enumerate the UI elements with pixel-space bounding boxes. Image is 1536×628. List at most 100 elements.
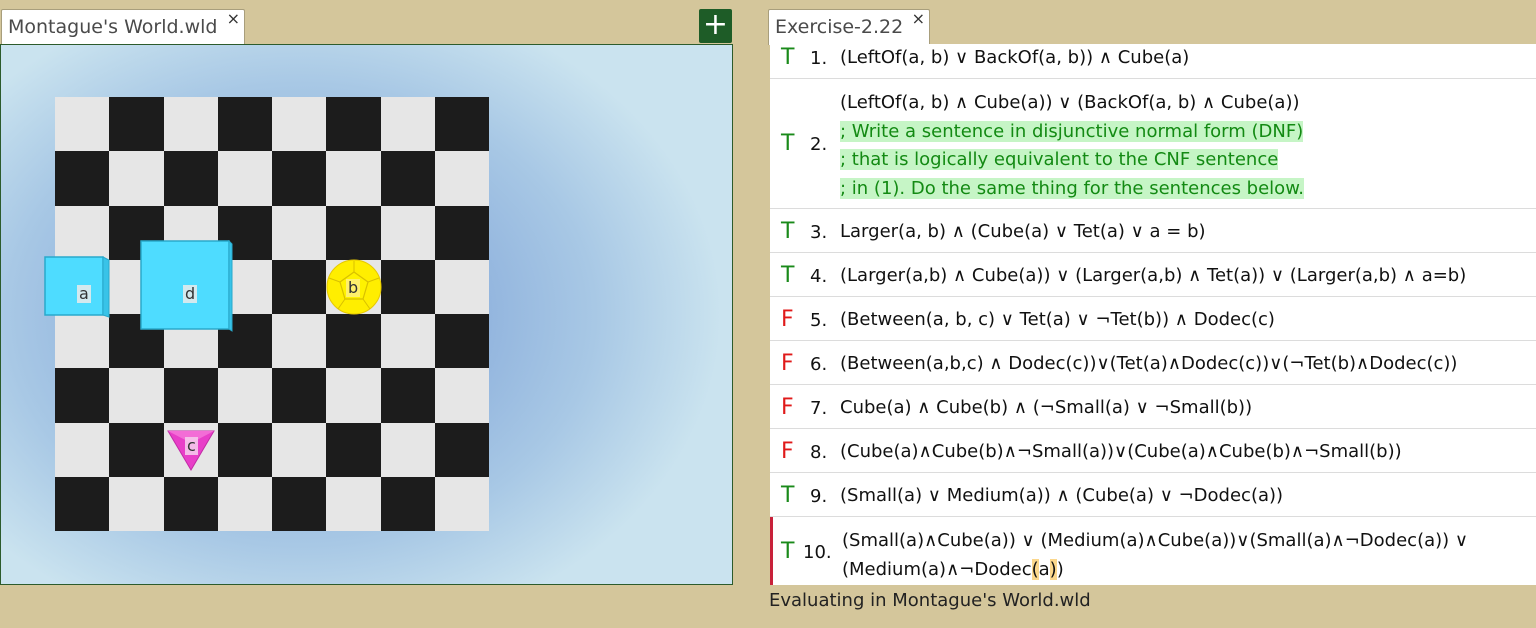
- board-square: [272, 314, 327, 369]
- sentence-list[interactable]: T 1. (LeftOf(a, b) ∨ BackOf(a, b)) ∧ Cub…: [770, 44, 1536, 585]
- board-square: [55, 368, 110, 423]
- board-square: [163, 97, 218, 152]
- board-square: [434, 205, 489, 260]
- sentence-tab-title: Exercise-2.22: [775, 16, 904, 38]
- board-square: [272, 368, 327, 423]
- matching-paren-highlight: (: [1031, 558, 1039, 580]
- sentence-text[interactable]: (LeftOf(a, b) ∨ BackOf(a, b)) ∧ Cube(a): [840, 44, 1189, 73]
- block-c-label: c: [185, 436, 198, 455]
- board-square: [55, 97, 110, 152]
- board-square: [55, 151, 110, 206]
- board-square: [109, 476, 164, 531]
- sentence-number: 10.: [803, 542, 832, 563]
- board-square: [217, 422, 272, 477]
- sentence-row-3[interactable]: T 3. Larger(a, b) ∧ (Cube(a) ∨ Tet(a) ∨ …: [770, 209, 1536, 253]
- board-square: [217, 151, 272, 206]
- sentence-text[interactable]: Cube(a) ∧ Cube(b) ∧ (¬Small(a) ∨ ¬Small(…: [840, 394, 1252, 423]
- board-square: [434, 422, 489, 477]
- comment-line: ; in (1). Do the same thing for the sent…: [840, 177, 1304, 199]
- board-square: [380, 97, 435, 152]
- truth-value: T: [781, 539, 795, 564]
- board-square: [380, 422, 435, 477]
- truth-value: T: [781, 263, 795, 288]
- sentence-text-last-line: (Medium(a)∧¬Dodec(a)): [842, 558, 1064, 580]
- truth-value: F: [781, 395, 794, 420]
- block-a[interactable]: a: [44, 256, 110, 318]
- sentence-number: 3.: [810, 222, 828, 243]
- sentence-row-9[interactable]: T 9. (Small(a) ∨ Medium(a)) ∧ (Cube(a) ∨…: [770, 473, 1536, 517]
- chess-board: [55, 97, 489, 531]
- block-b[interactable]: b: [326, 259, 382, 315]
- board-square: [326, 476, 381, 531]
- board-square: [326, 314, 381, 369]
- board-square: [380, 205, 435, 260]
- board-square: [163, 368, 218, 423]
- world-tab-close-icon[interactable]: ×: [227, 9, 240, 28]
- board-square: [434, 368, 489, 423]
- sentence-tab-close-icon[interactable]: ×: [912, 9, 925, 28]
- board-square: [109, 368, 164, 423]
- board-square: [272, 97, 327, 152]
- sentence-text-block[interactable]: (Small(a)∧Cube(a)) ∨ (Medium(a)∧Cube(a))…: [842, 527, 1468, 584]
- board-square: [326, 97, 381, 152]
- sentence-text: (LeftOf(a, b) ∧ Cube(a)) ∨ (BackOf(a, b)…: [840, 92, 1300, 113]
- truth-value: F: [781, 351, 794, 376]
- comment-line: ; Write a sentence in disjunctive normal…: [840, 120, 1304, 142]
- block-b-label: b: [346, 278, 361, 297]
- block-c[interactable]: c: [166, 429, 216, 473]
- block-a-label: a: [77, 284, 91, 303]
- board-square: [55, 314, 110, 369]
- board-square: [217, 97, 272, 152]
- board-square: [380, 368, 435, 423]
- board-square: [326, 422, 381, 477]
- board-square: [434, 97, 489, 152]
- sentence-number: 1.: [810, 48, 828, 69]
- truth-value: T: [781, 483, 795, 508]
- sentence-row-1[interactable]: T 1. (LeftOf(a, b) ∨ BackOf(a, b)) ∧ Cub…: [770, 44, 1536, 79]
- sentence-text[interactable]: Larger(a, b) ∧ (Cube(a) ∨ Tet(a) ∨ a = b…: [840, 218, 1206, 247]
- sentence-text[interactable]: (Larger(a,b) ∧ Cube(a)) ∨ (Larger(a,b) ∧…: [840, 262, 1466, 291]
- board-square: [109, 151, 164, 206]
- truth-value: T: [781, 131, 795, 156]
- sentence-row-7[interactable]: F 7. Cube(a) ∧ Cube(b) ∧ (¬Small(a) ∨ ¬S…: [770, 385, 1536, 429]
- sentence-number: 2.: [810, 134, 828, 155]
- block-d-label: d: [183, 284, 198, 303]
- sentence-row-10[interactable]: T 10. (Small(a)∧Cube(a)) ∨ (Medium(a)∧Cu…: [770, 517, 1536, 585]
- sentence-number: 8.: [810, 442, 828, 463]
- truth-value: T: [781, 219, 795, 244]
- board-square: [380, 151, 435, 206]
- sentence-text-block[interactable]: (LeftOf(a, b) ∧ Cube(a)) ∨ (BackOf(a, b)…: [840, 89, 1304, 203]
- board-square: [217, 476, 272, 531]
- board-square: [434, 314, 489, 369]
- sentence-row-2[interactable]: T 2. (LeftOf(a, b) ∧ Cube(a)) ∨ (BackOf(…: [770, 79, 1536, 209]
- sentence-row-6[interactable]: F 6. (Between(a,b,c) ∧ Dodec(c))∨(Tet(a)…: [770, 341, 1536, 385]
- truth-value: F: [781, 307, 794, 332]
- sentence-tab[interactable]: Exercise-2.22 ×: [768, 9, 930, 45]
- sentence-row-8[interactable]: F 8. (Cube(a)∧Cube(b)∧¬Small(a))∨(Cube(a…: [770, 429, 1536, 473]
- sentence-row-4[interactable]: T 4. (Larger(a,b) ∧ Cube(a)) ∨ (Larger(a…: [770, 253, 1536, 297]
- sentence-row-5[interactable]: F 5. (Between(a, b, c) ∨ Tet(a) ∨ ¬Tet(b…: [770, 297, 1536, 341]
- block-d[interactable]: d: [140, 239, 234, 332]
- sentence-text[interactable]: (Small(a) ∨ Medium(a)) ∧ (Cube(a) ∨ ¬Dod…: [840, 482, 1283, 511]
- sentence-text[interactable]: (Between(a, b, c) ∨ Tet(a) ∨ ¬Tet(b)) ∧ …: [840, 306, 1275, 335]
- board-square: [434, 151, 489, 206]
- world-tab-title: Montague's World.wld: [8, 16, 218, 38]
- board-square: [380, 314, 435, 369]
- sentence-text[interactable]: (Between(a,b,c) ∧ Dodec(c))∨(Tet(a)∧Dode…: [840, 350, 1457, 379]
- truth-value: T: [781, 45, 795, 70]
- status-bar: Evaluating in Montague's World.wld: [769, 590, 1091, 611]
- board-square: [163, 151, 218, 206]
- sentence-number: 6.: [810, 354, 828, 375]
- sentence-number: 5.: [810, 310, 828, 331]
- board-square: [272, 151, 327, 206]
- board-square: [272, 205, 327, 260]
- board-square: [163, 476, 218, 531]
- comment-line: ; that is logically equivalent to the CN…: [840, 149, 1279, 170]
- board-square: [272, 259, 327, 314]
- add-tab-button[interactable]: +: [699, 9, 732, 43]
- board-square: [326, 205, 381, 260]
- sentence-text[interactable]: (Cube(a)∧Cube(b)∧¬Small(a))∨(Cube(a)∧Cub…: [840, 438, 1402, 467]
- world-view[interactable]: a d b c: [0, 44, 733, 585]
- board-square: [326, 151, 381, 206]
- world-tab[interactable]: Montague's World.wld ×: [1, 9, 245, 45]
